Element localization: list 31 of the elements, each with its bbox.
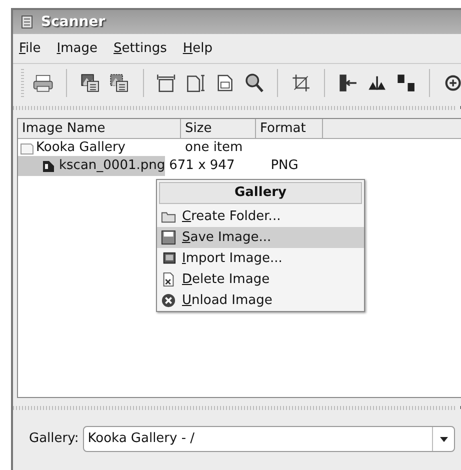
scan-selection-icon[interactable]	[109, 71, 130, 95]
gallery-dropdown[interactable]: Kooka Gallery - /	[82, 426, 455, 452]
menu-item[interactable]: Image	[54, 38, 100, 58]
table-cell-text: one item	[184, 139, 244, 158]
unload-icon	[161, 293, 176, 308]
column-header[interactable]: Image Name	[18, 119, 181, 138]
menu-item[interactable]: Import Image...	[157, 248, 364, 269]
menu-item[interactable]: Save Image...	[157, 227, 364, 248]
menu-item[interactable]: Help	[180, 38, 215, 58]
menu-item[interactable]: Unload Image	[157, 290, 364, 311]
dropdown-arrow-icon	[440, 436, 448, 442]
zoom-icon[interactable]	[244, 71, 264, 95]
save-icon	[161, 230, 176, 245]
tree-item[interactable]: Kooka Gallery	[36, 138, 126, 158]
window-title: Scanner	[41, 12, 106, 32]
folder-icon	[20, 141, 34, 155]
scanner-icon	[21, 15, 33, 29]
menu-item[interactable]: File	[17, 38, 43, 58]
table-cell-text: 671 x 947	[168, 157, 236, 176]
scan-image-icon[interactable]	[80, 71, 100, 95]
column-header[interactable]: Format	[256, 119, 323, 138]
menu-item[interactable]: Create Folder...	[157, 206, 364, 227]
delete-icon	[161, 272, 176, 287]
image-file-icon	[42, 160, 55, 172]
column-header[interactable]: Size	[181, 119, 256, 138]
menu-item[interactable]: Delete Image	[157, 269, 364, 290]
menu-title: Gallery	[159, 182, 362, 204]
import-icon	[161, 251, 176, 266]
gallery-label: Gallery:	[29, 430, 79, 448]
table-cell-text: PNG	[270, 157, 298, 176]
menu-item[interactable]: Settings	[112, 38, 169, 58]
